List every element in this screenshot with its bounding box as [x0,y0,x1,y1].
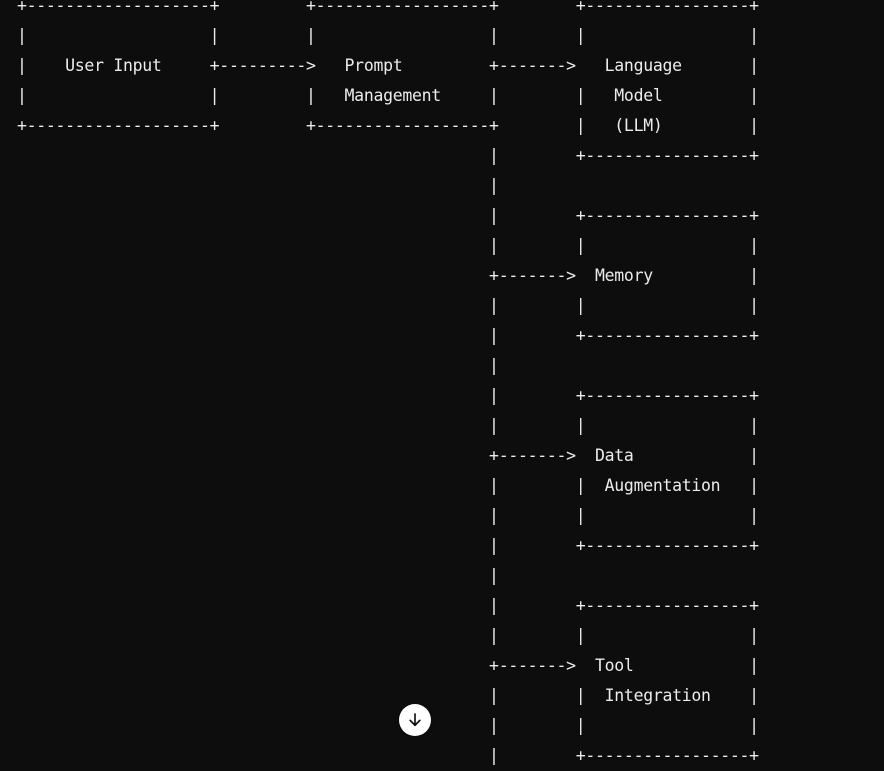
scroll-to-bottom-button[interactable] [399,704,431,736]
diagram-line: | [17,356,499,375]
diagram-line: | [17,566,499,585]
diagram-line: | +-----------------+ [17,386,759,405]
diagram-line: | | Integration | [17,686,759,705]
diagram-line: | | | [17,416,759,435]
diagram-line: | +-----------------+ [17,746,759,765]
diagram-line: | | Augmentation | [17,476,759,495]
diagram-line: | +-----------------+ [17,326,759,345]
diagram-line: | | | [17,296,759,315]
diagram-line: +-------> Memory | [17,266,759,285]
ascii-diagram-code-block: +-------------------+ +-----------------… [17,0,759,771]
diagram-line: | +-----------------+ [17,596,759,615]
diagram-line: | [17,176,499,195]
diagram-line: +-------> Tool | [17,656,759,675]
diagram-line: | | | [17,716,759,735]
diagram-line: | +-----------------+ [17,206,759,225]
diagram-line: | User Input +---------> Prompt +-------… [17,56,759,75]
arrow-down-icon [406,711,424,729]
diagram-line: | | | [17,506,759,525]
diagram-line: | +-----------------+ [17,146,759,165]
diagram-line: | | | Management | | Model | [17,86,759,105]
diagram-line: +-------------------+ +-----------------… [17,116,759,135]
diagram-line: | | | | | | [17,26,759,45]
diagram-line: | +-----------------+ [17,536,759,555]
diagram-line: | | | [17,626,759,645]
diagram-line: +-------> Data | [17,446,759,465]
diagram-line: | | | [17,236,759,255]
diagram-line: +-------------------+ +-----------------… [17,0,759,15]
